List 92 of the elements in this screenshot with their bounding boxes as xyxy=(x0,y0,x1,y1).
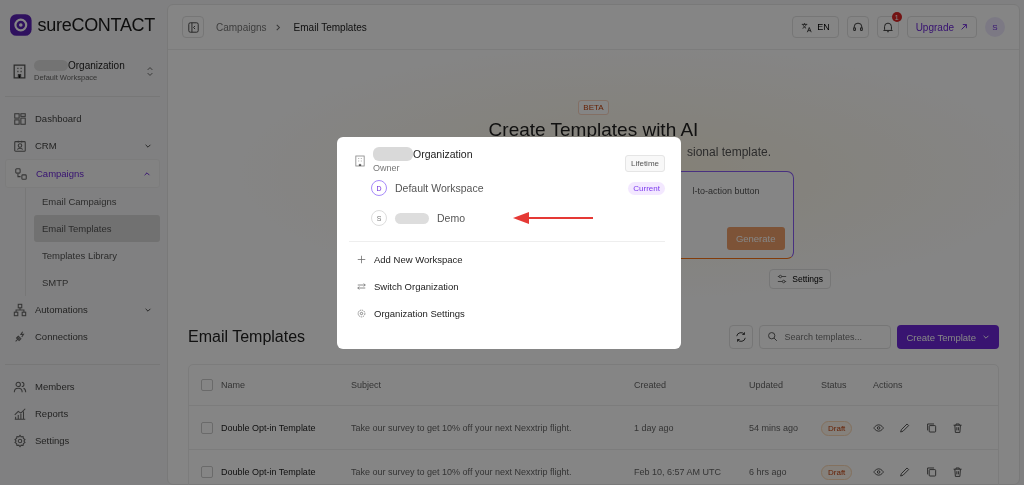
chevron-right-icon xyxy=(274,23,282,31)
building-icon xyxy=(11,62,28,80)
settings-icon xyxy=(357,309,366,318)
table-cell-text: Take our survey to get 10% off your next Nexxtrip flight. xyxy=(351,466,573,477)
bar-chart-icon xyxy=(13,406,27,421)
sliders-icon xyxy=(777,274,788,284)
building-icon xyxy=(355,155,365,167)
logo-icon xyxy=(10,14,32,36)
translate-icon xyxy=(801,21,813,33)
support-headset-button[interactable] xyxy=(846,16,869,38)
menu-item[interactable]: Switch Organization xyxy=(349,273,665,300)
breadcrumb-link[interactable]: Campaigns xyxy=(216,21,267,33)
beta-badge: BETA xyxy=(578,100,609,115)
workflow-icon xyxy=(13,302,27,317)
breadcrumb-link[interactable]: Email Templates xyxy=(293,21,367,33)
table-cell-text: 54 mins ago xyxy=(749,422,800,433)
table-cell-text: 1 day ago xyxy=(634,422,675,433)
headset-icon xyxy=(851,21,864,33)
column-header: Name xyxy=(221,380,246,390)
select-all-checkbox[interactable] xyxy=(201,379,213,391)
redaction-mark xyxy=(395,212,429,224)
view-icon[interactable] xyxy=(873,465,885,478)
section-title: Email Templates xyxy=(188,328,306,346)
workspace-name: Demo xyxy=(437,212,465,224)
nav-subitem[interactable]: Email Templates xyxy=(34,215,160,242)
search-field[interactable]: Search templates... xyxy=(759,325,892,349)
duplicate-icon[interactable] xyxy=(925,465,937,478)
table-cell-text: Take our survey to get 10% off your next Nexxtrip flight. xyxy=(351,422,573,433)
sidebar-toggle-button[interactable] xyxy=(182,16,204,38)
menu-item[interactable]: Organization Settings xyxy=(349,300,665,327)
table-cell-text: Feb 10, 6:57 AM UTC xyxy=(634,466,723,477)
create-template-button[interactable]: Create Template xyxy=(897,325,999,349)
bell-icon xyxy=(881,21,894,33)
status-badge: Draft xyxy=(821,420,853,436)
edit-icon[interactable] xyxy=(899,421,911,434)
swap-arrows-icon xyxy=(357,282,366,291)
brand-name: sureCONTACT xyxy=(37,14,155,36)
nav-item[interactable]: Dashboard xyxy=(5,105,160,132)
upgrade-button[interactable]: Upgrade xyxy=(906,16,977,38)
row-checkbox[interactable] xyxy=(201,465,213,478)
nav-item[interactable]: Members xyxy=(5,373,160,400)
nav-item[interactable]: Reports xyxy=(5,400,160,427)
nav-item[interactable]: CRM xyxy=(5,132,160,159)
contact-card-icon xyxy=(13,138,27,153)
nav-item[interactable]: Settings xyxy=(5,427,160,454)
plan-badge: Lifetime xyxy=(625,155,665,172)
table-cell-text: 6 hrs ago xyxy=(749,466,788,477)
column-header: Updated xyxy=(749,380,785,390)
plus-icon xyxy=(357,255,366,264)
nav-item[interactable]: Campaigns xyxy=(5,159,160,188)
nav-item[interactable]: Automations xyxy=(5,296,160,323)
settings-icon xyxy=(13,433,27,448)
organization-name: Organization xyxy=(68,60,125,71)
row-checkbox[interactable] xyxy=(201,421,213,434)
organization-role: Owner xyxy=(373,163,401,173)
user-avatar[interactable]: S xyxy=(985,17,1005,37)
delete-icon[interactable] xyxy=(951,421,963,434)
external-arrow-icon xyxy=(960,23,968,31)
nav-subitem[interactable]: Templates Library xyxy=(34,242,160,269)
hero-title: Create Templates with AI xyxy=(488,119,699,141)
nav-subitem[interactable]: Email Campaigns xyxy=(34,188,160,215)
workspace-name: Default Workspace xyxy=(395,182,484,194)
delete-icon[interactable] xyxy=(951,465,963,478)
organization-name: Organization xyxy=(413,148,473,160)
nav-subitem[interactable]: SMTP xyxy=(34,269,160,296)
template-name[interactable]: Double Opt-in Template xyxy=(221,466,351,477)
dashboard-icon xyxy=(13,111,27,126)
refresh-button[interactable] xyxy=(729,325,754,349)
prompt-placeholder: l-to-action button xyxy=(692,186,760,196)
redaction-mark xyxy=(373,147,413,161)
menu-item[interactable]: Add New Workspace xyxy=(349,246,665,273)
duplicate-icon[interactable] xyxy=(925,421,937,434)
column-header: Created xyxy=(634,380,668,390)
column-header: Status xyxy=(821,380,848,390)
sidebar-panel-icon xyxy=(187,21,199,33)
edit-icon[interactable] xyxy=(899,465,911,478)
refresh-icon xyxy=(735,331,748,343)
status-badge: Draft xyxy=(821,464,853,480)
settings-button[interactable]: Settings xyxy=(769,269,831,289)
column-header: Actions xyxy=(873,380,904,390)
nav-item[interactable]: Connections xyxy=(5,323,160,350)
users-icon xyxy=(13,379,27,394)
plug-icon xyxy=(13,329,27,344)
chevron-up-down-icon xyxy=(146,65,154,77)
hero-subtitle: sional template. xyxy=(687,145,772,159)
column-header: Subject xyxy=(351,380,383,390)
view-icon[interactable] xyxy=(873,421,885,434)
current-badge: Current xyxy=(628,181,665,195)
caret-icon xyxy=(982,333,990,341)
campaign-icon xyxy=(14,166,28,181)
template-name[interactable]: Double Opt-in Template xyxy=(221,422,351,433)
language-button[interactable]: EN xyxy=(792,16,839,38)
